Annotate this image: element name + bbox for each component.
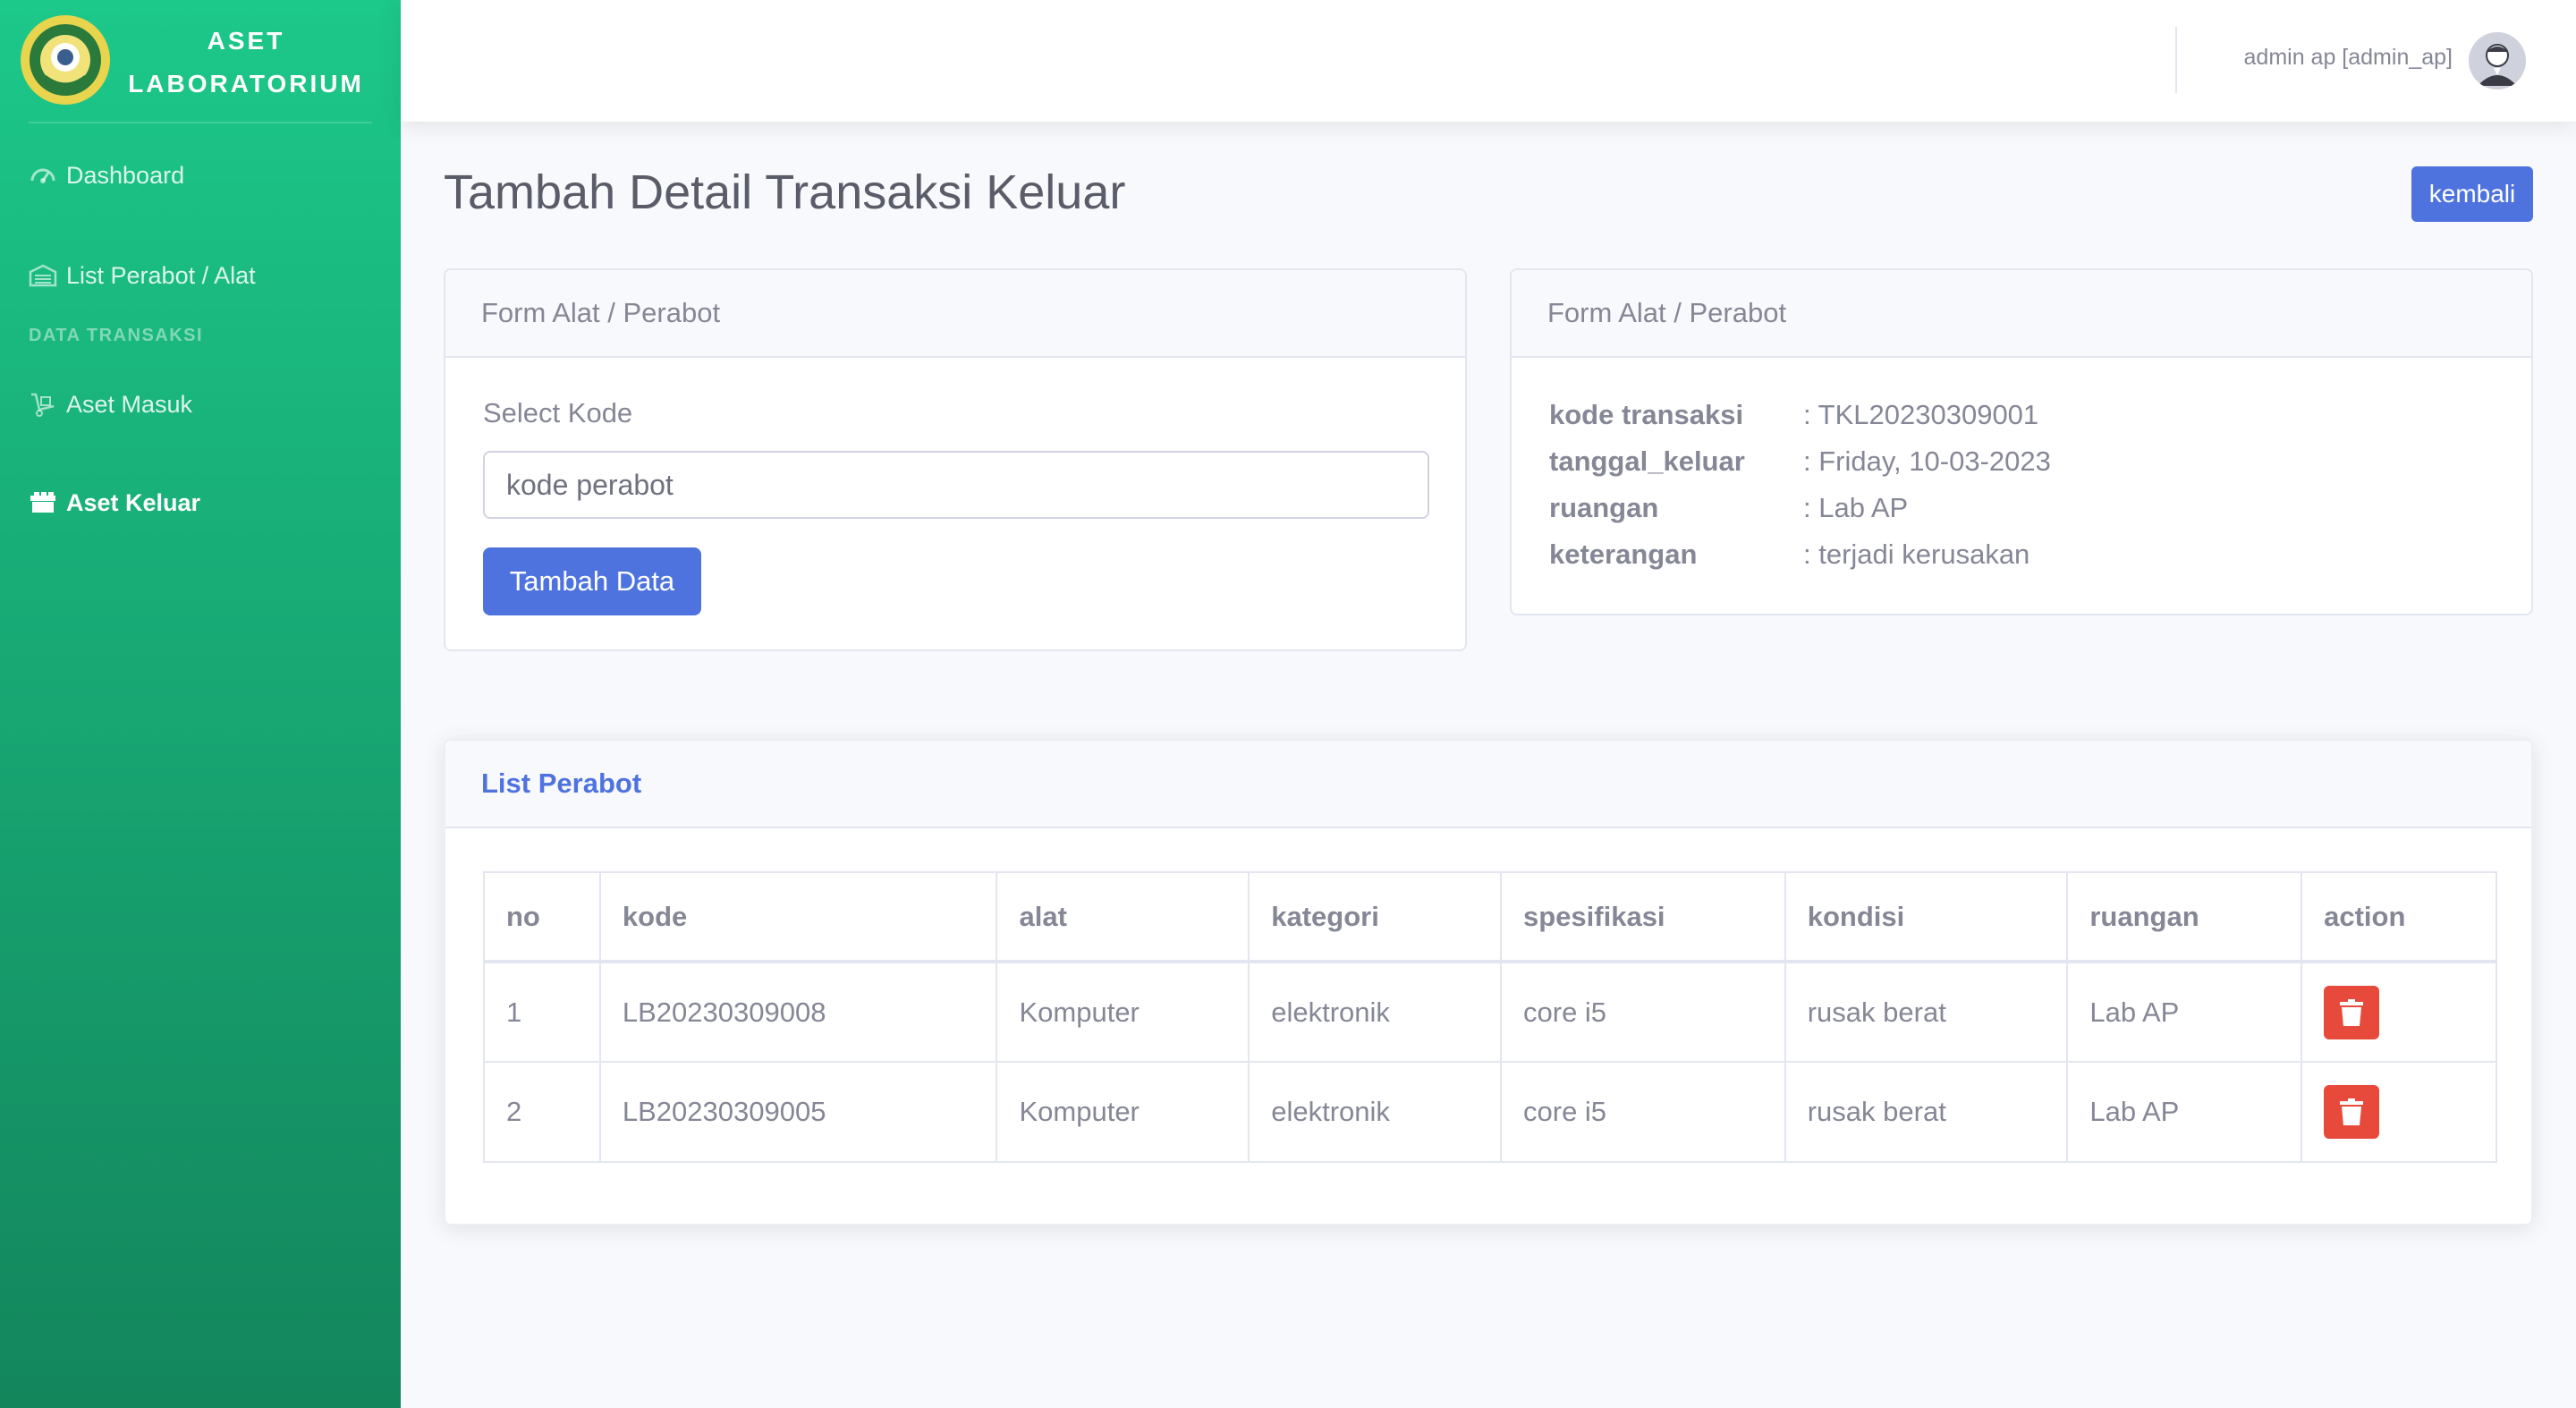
column-header-action: action <box>2301 871 2497 963</box>
info-key: ruangan <box>1549 492 1659 523</box>
cell-spesifikasi: core i5 <box>1500 961 1786 1063</box>
sidebar-item-aset-masuk[interactable]: Aset Masuk <box>29 379 386 429</box>
cell-ruangan: Lab AP <box>2066 961 2303 1063</box>
info-row: kode transaksi : TKL20230309001 <box>1549 399 2497 435</box>
boxes-icon <box>30 492 55 513</box>
dolly-icon <box>31 393 55 417</box>
table-header-row: no kode alat kategori spesifikasi kondis… <box>483 871 2497 963</box>
cell-alat: Komputer <box>996 961 1250 1063</box>
table-row: 1 LB20230309008 Komputer elektronik core… <box>483 961 2497 1063</box>
trash-icon <box>2340 998 2364 1026</box>
sidebar: ASET LABORATORIUM Dashboard List Perabot… <box>0 0 401 1408</box>
topbar-divider <box>2175 27 2177 93</box>
info-key: keterangan <box>1549 539 1698 570</box>
delete-button[interactable] <box>2324 1085 2380 1139</box>
cell-no: 2 <box>483 1061 601 1163</box>
cell-spesifikasi: core i5 <box>1500 1061 1786 1163</box>
page-title: Tambah Detail Transaksi Keluar <box>444 165 1126 219</box>
cell-kondisi: rusak berat <box>1784 1061 2069 1163</box>
cell-alat: Komputer <box>996 1061 1250 1163</box>
school-emblem-icon <box>21 15 110 105</box>
cell-kode: LB20230309008 <box>598 961 998 1063</box>
sidebar-item-label: Aset Keluar <box>66 488 201 516</box>
user-name[interactable]: admin ap [admin_ap] <box>2184 45 2453 71</box>
list-perabot-card: List Perabot no kode alat kategori spesi… <box>444 739 2533 1226</box>
select-kode-label: Select Kode <box>483 397 633 428</box>
column-header-ruangan[interactable]: ruangan <box>2066 871 2303 963</box>
user-avatar-svg <box>2469 32 2526 89</box>
perabot-table: no kode alat kategori spesifikasi kondis… <box>483 871 2497 1163</box>
cell-action <box>2301 1061 2497 1163</box>
form-card-header: Form Alat / Perabot <box>445 270 1465 358</box>
sidebar-brand[interactable]: ASET LABORATORIUM <box>0 0 401 122</box>
sidebar-item-label: List Perabot / Alat <box>66 261 256 289</box>
sidebar-item-label: Dashboard <box>66 161 185 189</box>
info-value: : Friday, 10-03-2023 <box>1803 445 2051 477</box>
sidebar-item-aset-keluar[interactable]: Aset Keluar <box>29 478 386 528</box>
kode-perabot-input[interactable] <box>483 451 1429 519</box>
warehouse-icon <box>29 264 57 287</box>
cell-ruangan: Lab AP <box>2066 1061 2303 1163</box>
sidebar-heading: DATA TRANSAKSI <box>29 326 204 345</box>
sidebar-divider <box>29 122 372 123</box>
column-header-kategori[interactable]: kategori <box>1248 871 1502 963</box>
column-header-alat[interactable]: alat <box>996 871 1250 963</box>
column-header-kondisi[interactable]: kondisi <box>1784 871 2069 963</box>
transaction-info-card: Form Alat / Perabot kode transaksi : TKL… <box>1510 268 2533 615</box>
sidebar-item-dashboard[interactable]: Dashboard <box>29 150 386 200</box>
delete-button[interactable] <box>2324 985 2380 1039</box>
info-row: keterangan : terjadi kerusakan <box>1549 539 2497 574</box>
tachometer-icon <box>30 168 55 183</box>
info-key: tanggal_keluar <box>1549 445 1745 477</box>
cell-kode: LB20230309005 <box>598 1061 998 1163</box>
column-header-kode[interactable]: kode <box>598 871 998 963</box>
column-header-spesifikasi[interactable]: spesifikasi <box>1500 871 1786 963</box>
info-value: : TKL20230309001 <box>1803 399 2039 430</box>
brand-title: ASET LABORATORIUM <box>125 20 367 106</box>
user-avatar-icon[interactable] <box>2469 32 2526 89</box>
info-row: tanggal_keluar : Friday, 10-03-2023 <box>1549 445 2497 481</box>
sidebar-item-list-perabot[interactable]: List Perabot / Alat <box>29 250 386 301</box>
brand-line-1: ASET <box>207 27 285 55</box>
list-card-header: List Perabot <box>445 741 2531 828</box>
back-button[interactable]: kembali <box>2411 166 2533 222</box>
cell-action <box>2301 961 2497 1063</box>
tambah-data-button[interactable]: Tambah Data <box>483 547 701 615</box>
cell-kategori: elektronik <box>1248 961 1502 1063</box>
sidebar-item-label: Aset Masuk <box>66 390 193 418</box>
trash-icon <box>2340 1098 2364 1125</box>
info-value: : terjadi kerusakan <box>1803 539 2030 570</box>
table-row: 2 LB20230309005 Komputer elektronik core… <box>483 1061 2497 1163</box>
info-key: kode transaksi <box>1549 399 1744 430</box>
info-row: ruangan : Lab AP <box>1549 492 2497 528</box>
info-value: : Lab AP <box>1803 492 1909 523</box>
cell-kategori: elektronik <box>1248 1061 1502 1163</box>
info-card-header: Form Alat / Perabot <box>1512 270 2531 358</box>
column-header-no[interactable]: no <box>483 871 601 963</box>
cell-kondisi: rusak berat <box>1784 961 2069 1063</box>
cell-no: 1 <box>483 961 601 1063</box>
form-card: Form Alat / Perabot Select Kode Tambah D… <box>444 268 1467 651</box>
brand-line-2: LABORATORIUM <box>128 70 364 98</box>
